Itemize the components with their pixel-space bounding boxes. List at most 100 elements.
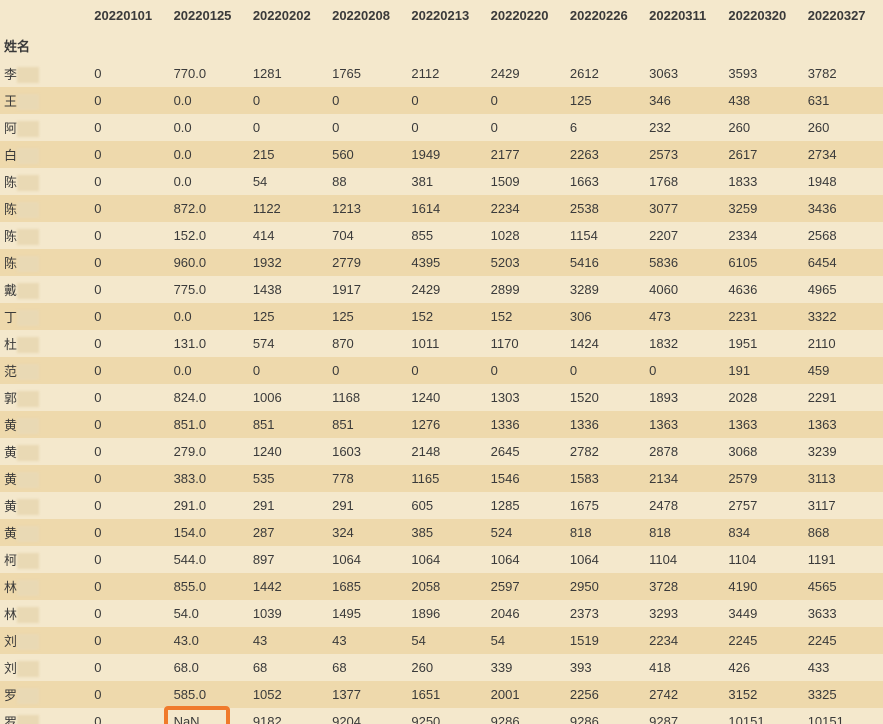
value-cell: 1495 [328,600,407,627]
value-cell: 339 [487,654,566,681]
value-cell: 0 [249,114,328,141]
value-cell: 851 [249,411,328,438]
value-cell: 260 [407,654,486,681]
value-cell: 834 [724,519,803,546]
value-cell: 2245 [804,627,883,654]
value-cell: 3117 [804,492,883,519]
name-cell: 陈 [0,168,90,195]
value-cell: 851 [328,411,407,438]
value-cell: 1917 [328,276,407,303]
value-cell: 3325 [804,681,883,708]
table-row: 杜0131.0574870101111701424183219512110 [0,330,883,357]
value-cell: 43.0 [170,627,249,654]
value-cell: 0 [90,60,169,87]
value-cell: 152 [487,303,566,330]
value-cell: 2263 [566,141,645,168]
value-cell: 0 [90,114,169,141]
name-cell: 丁 [0,303,90,330]
table-body: 李0770.012811765211224292612306335933782王… [0,60,883,724]
value-cell: 2734 [804,141,883,168]
value-cell: 1213 [328,195,407,222]
value-cell: 54.0 [170,600,249,627]
name-cell: 黄 [0,465,90,492]
value-cell: 383.0 [170,465,249,492]
value-cell: 473 [645,303,724,330]
value-cell: NaN [170,708,249,724]
value-cell: 1520 [566,384,645,411]
redacted-icon [17,283,39,299]
value-cell: 54 [407,627,486,654]
value-cell: 191 [724,357,803,384]
value-cell: 0 [90,249,169,276]
value-cell: 544.0 [170,546,249,573]
name-text: 黄 [4,526,17,541]
value-cell: 324 [328,519,407,546]
value-cell: 1948 [804,168,883,195]
name-cell: 白 [0,141,90,168]
value-cell: 3782 [804,60,883,87]
col-header: 20220226 [566,0,645,30]
name-text: 王 [4,94,17,109]
table-row: 黄0279.012401603214826452782287830683239 [0,438,883,465]
value-cell: 0 [90,384,169,411]
value-cell: 0.0 [170,357,249,384]
value-cell: 2112 [407,60,486,87]
value-cell: 0 [90,573,169,600]
name-text: 罗 [4,688,17,703]
name-text: 黄 [4,445,17,460]
column-header-row: 20220101 20220125 20220202 20220208 2022… [0,0,883,30]
col-header: 20220327 [804,0,883,30]
value-cell: 9286 [487,708,566,724]
table-row: 陈0960.019322779439552035416583661056454 [0,249,883,276]
value-cell: 3239 [804,438,883,465]
table-row: 林054.010391495189620462373329334493633 [0,600,883,627]
value-cell: 2046 [487,600,566,627]
value-cell: 524 [487,519,566,546]
value-cell: 43 [249,627,328,654]
value-cell: 0 [90,708,169,724]
value-cell: 3593 [724,60,803,87]
value-cell: 346 [645,87,724,114]
value-cell: 1546 [487,465,566,492]
name-cell: 林 [0,573,90,600]
value-cell: 381 [407,168,486,195]
redacted-icon [17,337,39,353]
name-cell: 罗 [0,708,90,724]
value-cell: 9182 [249,708,328,724]
name-text: 杜 [4,337,17,352]
value-cell: 851.0 [170,411,249,438]
value-cell: 152.0 [170,222,249,249]
value-cell: 0 [90,303,169,330]
value-cell: 0 [90,87,169,114]
value-cell: 2245 [724,627,803,654]
value-cell: 0 [90,330,169,357]
value-cell: 4060 [645,276,724,303]
table-row: 阿00.000006232260260 [0,114,883,141]
table-row: 罗0NaN9182920492509286928692871015110151 [0,708,883,724]
name-cell: 杜 [0,330,90,357]
value-cell: 1424 [566,330,645,357]
value-cell: 10151 [724,708,803,724]
value-cell: 872.0 [170,195,249,222]
value-cell: 0 [90,222,169,249]
name-cell: 黄 [0,411,90,438]
value-cell: 1765 [328,60,407,87]
value-cell: 433 [804,654,883,681]
name-cell: 林 [0,600,90,627]
value-cell: 870 [328,330,407,357]
value-cell: 818 [645,519,724,546]
value-cell: 1011 [407,330,486,357]
name-text: 林 [4,607,17,622]
value-cell: 0.0 [170,87,249,114]
value-cell: 3068 [724,438,803,465]
value-cell: 0 [487,87,566,114]
name-text: 陈 [4,256,17,271]
table-row: 刘068.06868260339393418426433 [0,654,883,681]
col-header: 20220101 [90,0,169,30]
name-text: 黄 [4,499,17,514]
name-text: 李 [4,67,17,82]
value-cell: 1191 [804,546,883,573]
data-table: 20220101 20220125 20220202 20220208 2022… [0,0,883,724]
value-cell: 1363 [804,411,883,438]
table-row: 范00.0000000191459 [0,357,883,384]
